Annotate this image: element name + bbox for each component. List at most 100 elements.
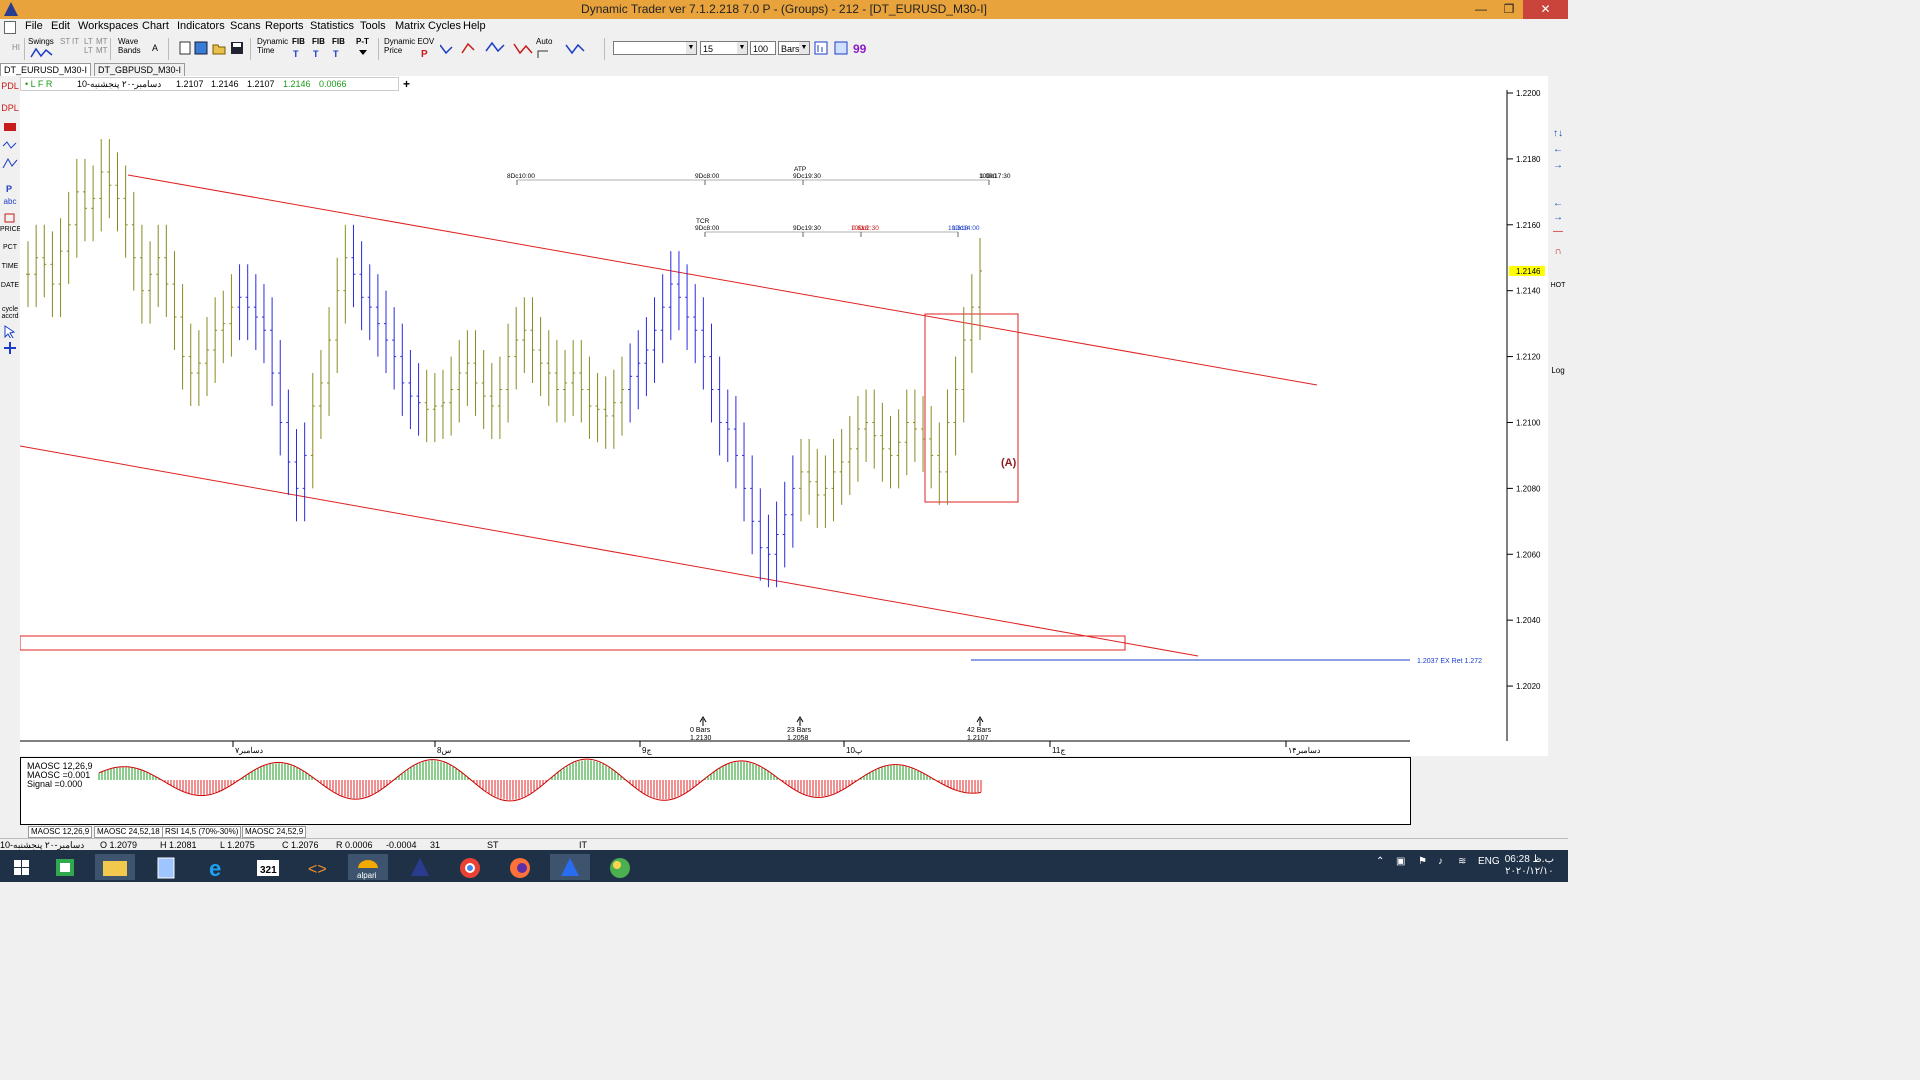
tab-maosc-24-9[interactable]: MAOSC 24,52,9 xyxy=(242,826,307,838)
box-tool-icon[interactable] xyxy=(0,212,20,224)
workspace-icon[interactable] xyxy=(834,41,848,55)
file-explorer-icon[interactable] xyxy=(95,854,135,880)
tray-volume-icon[interactable]: ♪ xyxy=(1438,856,1443,867)
menu-tools[interactable]: Tools xyxy=(360,20,386,32)
pattern-icons[interactable] xyxy=(440,41,590,55)
pdl-button[interactable]: PDL xyxy=(0,82,20,91)
pct-button[interactable]: PCT xyxy=(0,244,20,252)
price-p-icon[interactable]: P xyxy=(420,47,430,59)
accrd-button[interactable]: accrd xyxy=(0,313,20,321)
tab-rsi[interactable]: RSI 14,5 (70%-30%) xyxy=(162,826,242,838)
chevron-down-icon[interactable] xyxy=(358,49,368,57)
crosshair-icon[interactable] xyxy=(0,340,20,356)
swings-icon[interactable] xyxy=(30,47,54,59)
bars-count-input[interactable]: 100 xyxy=(750,41,776,55)
menu-matrix-cycles[interactable]: Matrix Cycles xyxy=(395,20,461,32)
swing-degree-st[interactable]: ST xyxy=(60,37,70,46)
tab-maosc-12[interactable]: MAOSC 12,26,9 xyxy=(28,826,93,838)
minimize-button[interactable]: — xyxy=(1467,0,1495,19)
menu-edit[interactable]: Edit xyxy=(51,20,70,32)
arrow-left-icon[interactable]: ← xyxy=(1548,144,1568,155)
wave-tool-icon[interactable] xyxy=(0,138,20,152)
info-flags[interactable]: • L F R xyxy=(25,78,52,90)
tab-gbpusd[interactable]: DT_GBPUSD_M30-I xyxy=(94,63,186,77)
layout-icon[interactable] xyxy=(814,41,828,55)
arrow-left-icon-2[interactable]: ← xyxy=(1548,198,1568,209)
abc-button[interactable]: abc xyxy=(0,198,20,206)
menu-file[interactable]: File xyxy=(25,20,43,32)
tray-network-icon[interactable]: ▣ xyxy=(1396,856,1405,867)
chart-icon[interactable] xyxy=(194,41,208,55)
menu-reports[interactable]: Reports xyxy=(265,20,304,32)
new-icon[interactable] xyxy=(178,41,192,55)
windows-start-icon[interactable] xyxy=(0,854,44,880)
hi-toggle[interactable]: HI xyxy=(12,43,20,52)
internet-explorer-icon[interactable]: e xyxy=(198,854,238,880)
menu-indicators[interactable]: Indicators xyxy=(177,20,225,32)
hot-button[interactable]: HOT xyxy=(1548,282,1568,289)
time-button[interactable]: TIME xyxy=(0,263,20,271)
wave-label-a: (A) xyxy=(1001,457,1017,469)
tab-eurusd[interactable]: DT_EURUSD_M30-I xyxy=(0,63,92,77)
dynamic-trader-icon-1[interactable] xyxy=(400,854,440,880)
log-button[interactable]: Log xyxy=(1548,366,1568,375)
open-folder-icon[interactable] xyxy=(212,41,226,55)
calculator-icon[interactable] xyxy=(146,854,186,880)
date-button[interactable]: DATE xyxy=(0,282,20,290)
tray-flag-icon[interactable]: ⚑ xyxy=(1418,856,1427,867)
tray-wifi-icon[interactable]: ≋ xyxy=(1458,856,1466,867)
arrow-right-icon[interactable]: → xyxy=(1548,160,1568,171)
dynamic-trader-icon-2[interactable] xyxy=(550,854,590,880)
chrome-icon[interactable] xyxy=(450,854,490,880)
swing-degree-mt[interactable]: MT xyxy=(96,37,108,46)
swing-degree-mt-2[interactable]: MT xyxy=(96,46,108,55)
menu-scans[interactable]: Scans xyxy=(230,20,261,32)
fib-time-button-3[interactable]: FIB xyxy=(332,37,345,46)
globe-app-icon[interactable] xyxy=(600,854,640,880)
language-indicator[interactable]: ENG xyxy=(1478,856,1500,867)
fib-time-button-1[interactable]: FIB xyxy=(292,37,305,46)
auto-button[interactable]: Auto xyxy=(536,37,552,46)
tray-chevron-icon[interactable]: ⌃ xyxy=(1376,856,1384,867)
close-button[interactable]: ✕ xyxy=(1523,0,1568,19)
menu-chart[interactable]: Chart xyxy=(142,20,169,32)
wave-a-button[interactable]: A xyxy=(152,44,158,53)
arrow-up-icon[interactable]: ↑↓ xyxy=(1548,128,1568,139)
auto-icon[interactable] xyxy=(536,47,552,59)
swing-degree-lt-2[interactable]: LT xyxy=(84,46,93,55)
oscillator-panel[interactable]: MAOSC 12,26,9 MAOSC =0.001 Signal =0.000 xyxy=(20,757,1411,825)
menu-statistics[interactable]: Statistics xyxy=(310,20,354,32)
code-editor-icon[interactable]: <> xyxy=(298,854,338,880)
swing-degree-lt[interactable]: LT xyxy=(84,37,93,46)
menu-help[interactable]: Help xyxy=(463,20,486,32)
menu-workspaces[interactable]: Workspaces xyxy=(78,20,138,32)
pt-button[interactable]: P-T xyxy=(356,37,369,46)
price-chart[interactable]: 1.2200 1.2180 1.2160 1.2140 1.2120 1.2100 1.20… xyxy=(19,76,1548,756)
eraser-icon[interactable] xyxy=(0,120,20,134)
wave-bands-label[interactable]: Wave Bands xyxy=(118,37,141,55)
swing-degree-it[interactable]: IT xyxy=(72,37,79,46)
restore-button[interactable]: ❐ xyxy=(1495,0,1523,19)
dynamic-time-button[interactable]: Dynamic Time xyxy=(257,37,288,55)
dash-icon[interactable]: — xyxy=(1548,226,1568,237)
save-icon[interactable] xyxy=(230,41,244,55)
store-icon[interactable] xyxy=(45,854,85,880)
dpl-button[interactable]: DPL xyxy=(0,104,20,113)
interval-combo[interactable]: 15 ▼ xyxy=(700,41,748,55)
bars-unit-combo[interactable]: Bars ▼ xyxy=(778,41,810,55)
tab-maosc-24[interactable]: MAOSC 24,52,18 xyxy=(94,826,163,838)
price-button[interactable]: PRICE xyxy=(0,226,21,234)
firefox-icon[interactable] xyxy=(500,854,540,880)
alpari-icon[interactable]: alpari xyxy=(348,854,388,880)
magnet-icon[interactable]: ∩ xyxy=(1548,246,1568,257)
swing-tool-icon[interactable] xyxy=(0,156,20,170)
p-tool-icon[interactable]: P xyxy=(0,182,20,194)
clock[interactable]: 06:28 ب.ظ ۲۰۲۰/۱۲/۱۰ xyxy=(1505,854,1554,878)
symbol-combo[interactable]: ▼ xyxy=(613,41,697,55)
fib-time-button-2[interactable]: FIB xyxy=(312,37,325,46)
cycles-icon[interactable]: 99 xyxy=(853,41,867,55)
add-symbol-button[interactable]: + xyxy=(403,77,410,91)
cursor-icon[interactable] xyxy=(0,324,20,338)
media-player-icon[interactable]: 321 xyxy=(248,854,288,880)
arrow-right-icon-2[interactable]: → xyxy=(1548,212,1568,223)
